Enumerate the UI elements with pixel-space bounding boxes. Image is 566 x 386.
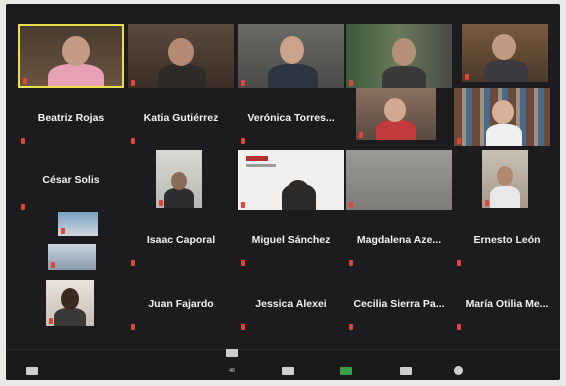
mic-muted-icon — [241, 260, 245, 266]
mic-muted-icon — [159, 200, 163, 206]
participant-name: Juan Fajardo — [148, 298, 214, 310]
record-icon — [400, 367, 412, 375]
participant-name: Beatriz Rojas — [37, 112, 105, 124]
mic-muted-icon — [457, 138, 461, 144]
mic-muted-icon — [241, 324, 245, 330]
video-tile[interactable] — [58, 212, 98, 236]
video-tile[interactable] — [482, 150, 528, 208]
mic-muted-icon — [349, 260, 353, 266]
mic-muted-icon — [349, 80, 353, 86]
participants-count: 46 — [228, 368, 236, 374]
meeting-gallery-window: Beatriz Rojas Katia Gutiérrez Verónica T… — [6, 4, 560, 380]
mic-muted-icon — [349, 324, 353, 330]
video-camera-icon — [26, 367, 38, 375]
video-tile[interactable] — [156, 150, 202, 208]
participant-name: Verónica Torres... — [247, 112, 335, 124]
participant-tile[interactable]: Verónica Torres... — [238, 90, 344, 146]
chat-button[interactable] — [262, 367, 314, 377]
video-tile-active-speaker[interactable] — [18, 24, 124, 88]
participant-name: Ernesto León — [473, 234, 541, 246]
participant-tile[interactable]: Beatriz Rojas — [18, 90, 124, 146]
participant-name: María Otilia Me... — [465, 298, 549, 310]
video-tile[interactable] — [238, 150, 344, 210]
video-tile[interactable] — [48, 244, 96, 270]
mic-muted-icon — [131, 80, 135, 86]
video-button[interactable] — [6, 367, 58, 377]
participant-tile[interactable]: Cecilia Sierra Pa... — [346, 276, 452, 332]
mic-muted-icon — [21, 204, 25, 210]
participant-name: Miguel Sánchez — [251, 234, 331, 246]
participant-tile[interactable]: María Otilia Me... — [454, 276, 560, 332]
participant-name: Katia Gutiérrez — [143, 112, 219, 124]
mic-muted-icon — [485, 200, 489, 206]
participant-tile[interactable]: Isaac Caporal — [128, 212, 234, 268]
mic-muted-icon — [49, 318, 53, 324]
mic-muted-icon — [465, 74, 469, 80]
participant-tile[interactable]: Katia Gutiérrez — [128, 90, 234, 146]
mic-muted-icon — [457, 324, 461, 330]
mic-muted-icon — [359, 132, 363, 138]
participant-tile[interactable]: Juan Fajardo — [128, 276, 234, 332]
participants-button[interactable]: 46 — [206, 349, 258, 377]
chat-icon — [282, 367, 294, 375]
video-tile[interactable] — [346, 150, 452, 210]
video-tile[interactable] — [128, 24, 234, 88]
video-tile[interactable] — [454, 88, 550, 146]
mic-muted-icon — [241, 202, 245, 208]
logo-text — [246, 164, 276, 167]
reactions-icon — [453, 366, 463, 375]
participant-tile[interactable]: César Solis — [18, 148, 124, 212]
video-tile[interactable] — [238, 24, 344, 88]
participant-tile[interactable]: Miguel Sánchez — [238, 212, 344, 268]
mic-muted-icon — [51, 262, 55, 268]
video-tile[interactable] — [346, 24, 452, 88]
participant-tile[interactable]: Ernesto León — [454, 212, 560, 268]
participant-name: Isaac Caporal — [146, 234, 216, 246]
video-tile[interactable] — [462, 24, 548, 82]
mic-muted-icon — [241, 80, 245, 86]
mic-muted-icon — [131, 260, 135, 266]
participant-name: Jessica Alexei — [255, 298, 327, 310]
share-screen-icon — [340, 367, 352, 375]
participant-name: Magdalena Aze... — [356, 234, 442, 246]
mic-muted-icon — [21, 138, 25, 144]
share-screen-button[interactable] — [320, 367, 372, 377]
mic-muted-icon — [349, 202, 353, 208]
mic-muted-icon — [457, 260, 461, 266]
participant-name: César Solis — [42, 174, 100, 186]
mic-muted-icon — [61, 228, 65, 234]
mic-muted-icon — [241, 138, 245, 144]
participants-icon — [226, 349, 238, 357]
logo — [246, 156, 268, 161]
mic-muted-icon — [23, 78, 27, 84]
video-tile[interactable] — [46, 280, 94, 326]
reactions-button[interactable] — [432, 366, 484, 377]
meeting-toolbar: 46 — [6, 349, 560, 380]
mic-muted-icon — [131, 138, 135, 144]
participant-tile[interactable]: Jessica Alexei — [238, 276, 344, 332]
participant-name: Cecilia Sierra Pa... — [353, 298, 445, 310]
participant-tile[interactable]: Magdalena Aze... — [346, 212, 452, 268]
video-tile[interactable] — [356, 88, 436, 140]
record-button[interactable] — [380, 367, 432, 377]
mic-muted-icon — [131, 324, 135, 330]
